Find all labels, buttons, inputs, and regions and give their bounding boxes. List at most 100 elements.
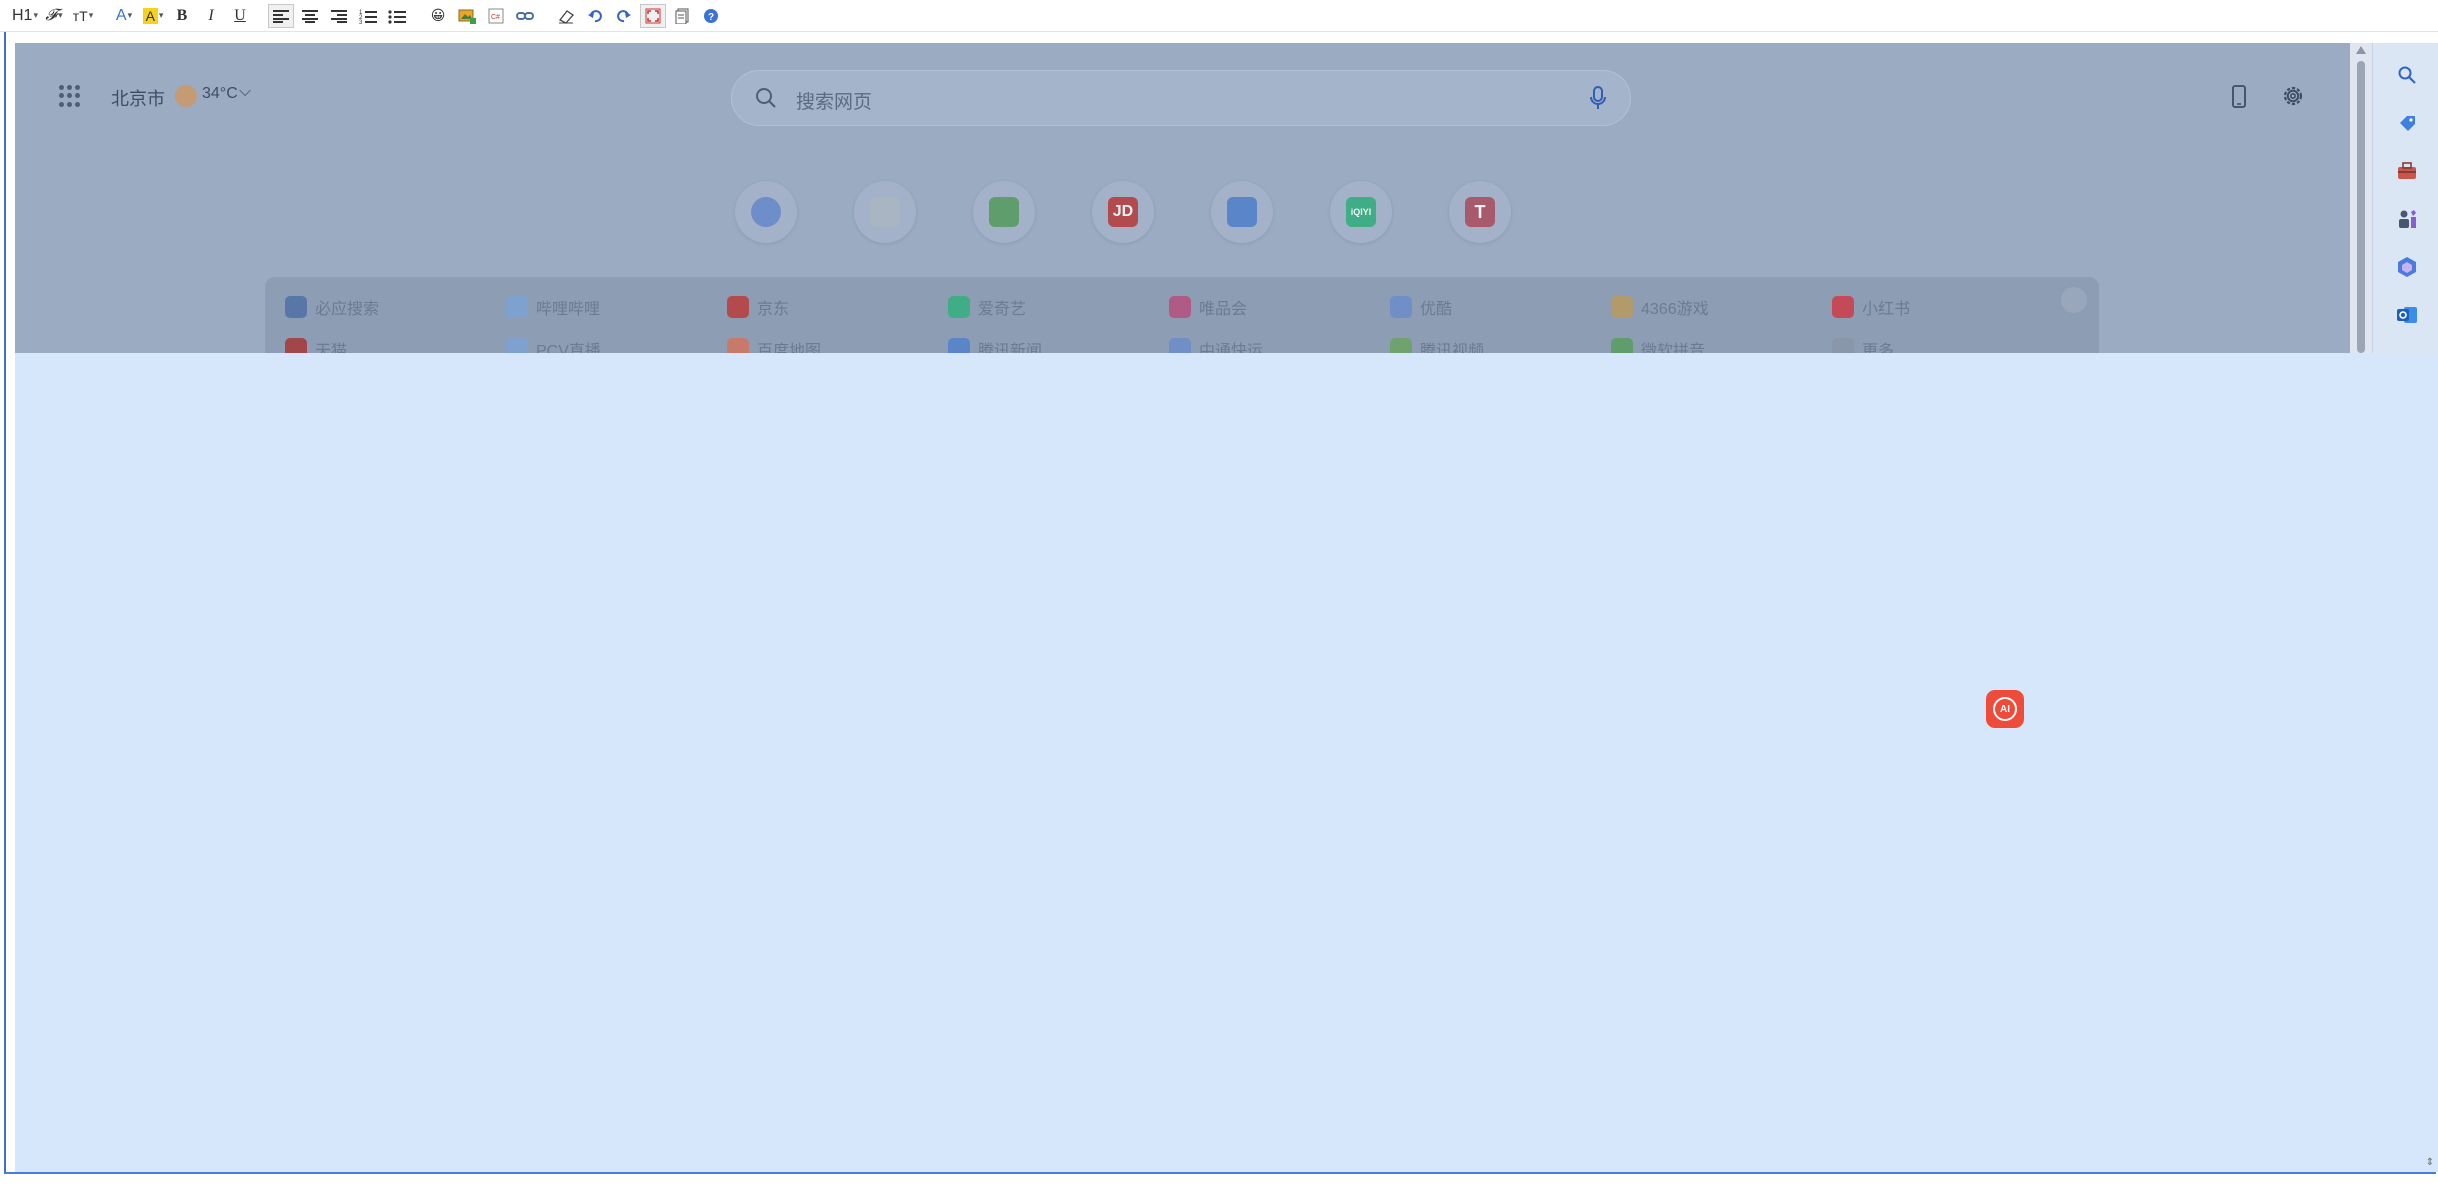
list-item[interactable]: 微软拼音: [1611, 337, 1832, 353]
search-icon: [285, 296, 307, 318]
list-item[interactable]: 百度地图: [727, 337, 948, 353]
font-family-icon: 𝓕: [45, 6, 58, 24]
redo-button[interactable]: [611, 4, 637, 28]
app-store-icon: [870, 197, 900, 227]
shortcut-tile[interactable]: [973, 181, 1035, 243]
svg-text:?: ?: [708, 12, 714, 23]
list-item[interactable]: PCV直播: [506, 337, 727, 353]
shortcut-tile[interactable]: [735, 181, 797, 243]
link-label: 天猫: [315, 343, 348, 353]
underline-button[interactable]: U: [227, 4, 253, 28]
undo-icon: [588, 9, 602, 22]
link-label: 4366游戏: [1641, 301, 1709, 318]
weather-temperature[interactable]: 34°C: [202, 85, 238, 103]
bullet-list-button[interactable]: [384, 4, 410, 28]
copilot-icon[interactable]: [2395, 255, 2419, 279]
bullet-list-icon: [388, 9, 406, 24]
fullscreen-button[interactable]: [640, 3, 666, 28]
highlight-icon: A: [142, 7, 158, 24]
fullscreen-icon: [645, 8, 661, 23]
jd-icon: JD: [1108, 197, 1138, 227]
list-item[interactable]: 中通快运: [1169, 337, 1390, 353]
scroll-up-icon[interactable]: [2356, 46, 2366, 54]
insert-image-button[interactable]: [454, 4, 480, 28]
list-item[interactable]: 必应搜索: [285, 295, 506, 319]
link-label: 更多: [1862, 343, 1895, 353]
chevron-down-icon[interactable]: ⌵: [239, 83, 251, 101]
ai-icon: AI: [1993, 697, 2017, 721]
mobile-phone-icon[interactable]: [2230, 85, 2248, 109]
list-item[interactable]: 小红书: [1832, 295, 2053, 319]
ordered-list-button[interactable]: 123: [355, 4, 381, 28]
align-right-button[interactable]: [326, 4, 352, 28]
insert-link-button[interactable]: [512, 4, 538, 28]
italic-button[interactable]: I: [198, 4, 224, 28]
gear-icon[interactable]: [2280, 83, 2306, 109]
list-item[interactable]: 唯品会: [1169, 295, 1390, 319]
list-item[interactable]: 腾讯视频: [1390, 337, 1611, 353]
list-item[interactable]: 哔哩哔哩: [506, 295, 727, 319]
link-label: 唯品会: [1199, 301, 1248, 318]
shortcut-tile[interactable]: T: [1449, 181, 1511, 243]
link-label: 优酷: [1420, 301, 1453, 318]
youku-icon: [1390, 296, 1412, 318]
list-item[interactable]: 腾讯新闻: [948, 337, 1169, 353]
list-item[interactable]: 爱奇艺: [948, 295, 1169, 319]
font-color-button[interactable]: A ▾: [111, 4, 137, 28]
emoji-button[interactable]: 😀: [425, 4, 451, 28]
search-placeholder: 搜索网页: [796, 92, 873, 113]
ai-assistant-button[interactable]: AI: [1986, 690, 2024, 728]
align-left-icon: [273, 9, 289, 23]
insert-code-button[interactable]: C#: [483, 4, 509, 28]
apps-grid-icon[interactable]: [59, 85, 81, 107]
align-center-button[interactable]: [297, 4, 323, 28]
link-icon: [516, 11, 534, 20]
xiaohongshu-icon: [1832, 296, 1854, 318]
more-icon: [1832, 338, 1854, 353]
jd-label: JD: [1112, 203, 1134, 220]
scrollbar-thumb[interactable]: [2357, 61, 2365, 353]
outlook-icon[interactable]: [2395, 303, 2419, 327]
tag-icon[interactable]: [2395, 111, 2419, 135]
editor-content-area[interactable]: [15, 353, 2438, 1172]
toolbox-icon[interactable]: [2395, 159, 2419, 183]
eraser-button[interactable]: [553, 4, 579, 28]
list-item[interactable]: 更多: [1832, 337, 2053, 353]
microphone-icon[interactable]: [1588, 85, 1608, 111]
search-input[interactable]: 搜索网页: [731, 70, 1631, 126]
search-icon[interactable]: [2395, 63, 2419, 87]
frame-border-left: [4, 32, 6, 1172]
list-item[interactable]: 天猫: [285, 337, 506, 353]
help-button[interactable]: ?: [698, 4, 724, 28]
resize-handle-icon[interactable]: ⇕: [2424, 1156, 2436, 1170]
ai-label: AI: [2000, 703, 2010, 715]
bold-button[interactable]: B: [169, 4, 195, 28]
browser-scrollbar[interactable]: [2350, 43, 2372, 353]
heading-label: H1: [12, 6, 33, 24]
close-icon[interactable]: [2061, 287, 2087, 313]
weather-city[interactable]: 北京市: [111, 85, 165, 111]
jd-icon: [727, 296, 749, 318]
shortcut-tile[interactable]: [1211, 181, 1273, 243]
highlight-button[interactable]: A ▾: [140, 4, 166, 28]
list-item[interactable]: 京东: [727, 295, 948, 319]
font-size-dropdown[interactable]: тT ▾: [70, 4, 96, 28]
preview-button[interactable]: [669, 4, 695, 28]
shortcut-tile[interactable]: [854, 181, 916, 243]
shortcut-tile[interactable]: JD: [1092, 181, 1154, 243]
heading-dropdown[interactable]: H1 ▾: [12, 4, 38, 28]
chevron-down-icon: ▾: [127, 10, 133, 20]
list-item[interactable]: 4366游戏: [1611, 295, 1832, 319]
tmall-icon: [285, 338, 307, 353]
chevron-down-icon: ▾: [33, 10, 38, 20]
taobao-t-icon: T: [1465, 197, 1495, 227]
list-item[interactable]: 优酷: [1390, 295, 1611, 319]
frame-border-bottom: [4, 1172, 2436, 1174]
align-left-button[interactable]: [268, 3, 294, 28]
shortcut-tile[interactable]: iQIYI: [1330, 181, 1392, 243]
font-family-dropdown[interactable]: 𝓕 ▾: [41, 4, 67, 28]
link-label: 必应搜索: [315, 301, 380, 318]
undo-button[interactable]: [582, 4, 608, 28]
chess-icon[interactable]: [2395, 207, 2419, 231]
link-label: 哔哩哔哩: [536, 301, 601, 318]
